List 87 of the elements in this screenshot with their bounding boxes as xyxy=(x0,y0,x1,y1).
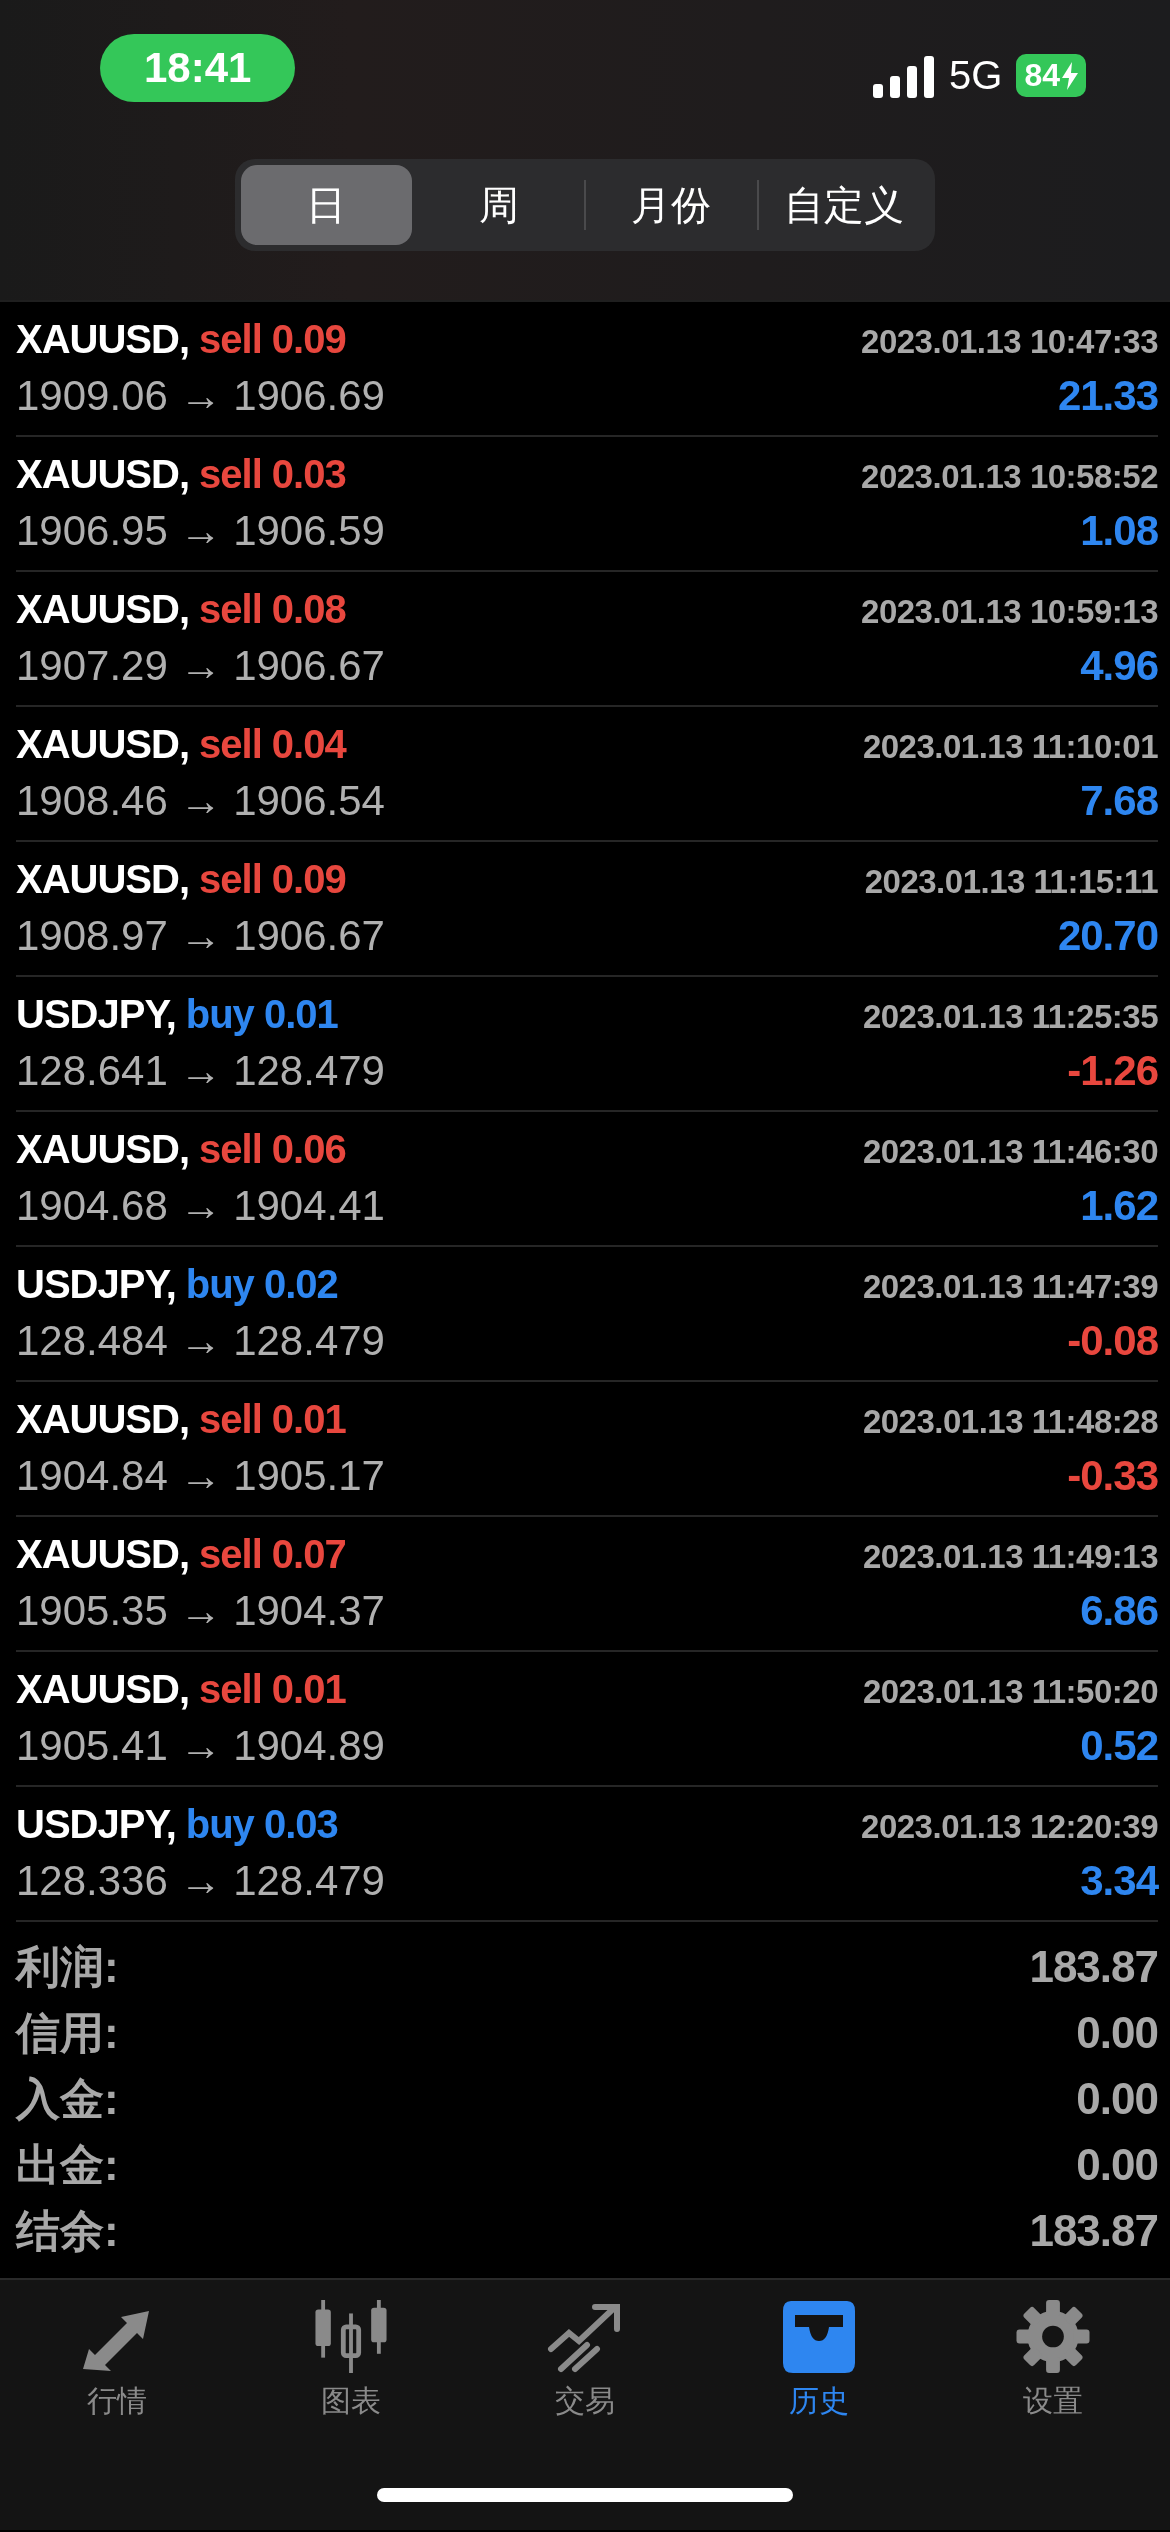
deal-time: 2023.01.13 11:50:20 xyxy=(862,1673,1158,1711)
order-volume: sell 0.08 xyxy=(199,587,346,631)
deal-time: 2023.01.13 10:59:13 xyxy=(861,593,1158,631)
symbol-label: USDJPY, xyxy=(16,1262,176,1306)
deal-time: 2023.01.13 11:15:11 xyxy=(864,863,1158,901)
symbol-label: XAUUSD, xyxy=(16,1127,190,1171)
deal-time: 2023.01.13 11:25:35 xyxy=(862,998,1158,1036)
order-volume: sell 0.07 xyxy=(199,1532,346,1576)
settings-icon xyxy=(1016,2300,1090,2373)
price-range: 1908.97 → 1906.67 xyxy=(16,912,385,960)
period-tab[interactable]: 周 xyxy=(413,165,584,245)
deal-time: 2023.01.13 11:49:13 xyxy=(862,1538,1158,1576)
profit-value: -1.26 xyxy=(1067,1047,1158,1095)
status-time: 18:41 xyxy=(100,33,296,102)
symbol-label: USDJPY, xyxy=(16,992,176,1036)
network-label: 5G xyxy=(949,53,1003,98)
order-volume: sell 0.09 xyxy=(199,857,346,901)
tab-bar-item[interactable]: 图表 xyxy=(234,2300,468,2422)
symbol-label: XAUUSD, xyxy=(16,1532,190,1576)
symbol-label: XAUUSD, xyxy=(16,857,190,901)
price-range: 1904.84 → 1905.17 xyxy=(16,1452,385,1500)
tab-bar-item[interactable]: 交易 xyxy=(468,2300,702,2422)
price-range: 1906.95 → 1906.59 xyxy=(16,507,385,555)
price-range: 128.641 → 128.479 xyxy=(16,1047,385,1095)
price-range: 1908.46 → 1906.54 xyxy=(16,777,385,825)
deal-time: 2023.01.13 12:20:39 xyxy=(861,1808,1158,1846)
deal-time: 2023.01.13 11:10:01 xyxy=(862,728,1158,766)
order-volume: sell 0.01 xyxy=(199,1397,346,1441)
symbol-label: XAUUSD, xyxy=(16,1667,190,1711)
order-volume: sell 0.06 xyxy=(199,1127,346,1171)
order-volume: sell 0.04 xyxy=(199,722,346,766)
summary-value: 0.00 xyxy=(1076,2008,1158,2058)
tray-icon xyxy=(781,2301,857,2373)
profit-value: 20.70 xyxy=(1057,912,1158,960)
price-range: 1905.35 → 1904.37 xyxy=(16,1587,385,1635)
price-range: 1905.41 → 1904.89 xyxy=(16,1722,385,1770)
summary-value: 183.87 xyxy=(1029,1942,1158,1992)
battery-icon: 84 xyxy=(1016,54,1086,97)
order-volume: buy 0.01 xyxy=(185,992,338,1036)
order-volume: sell 0.03 xyxy=(199,452,346,496)
summary-value: 0.00 xyxy=(1076,2074,1158,2124)
trend-arrow-icon xyxy=(547,2301,623,2373)
symbol-label: XAUUSD, xyxy=(16,317,190,361)
summary-value: 183.87 xyxy=(1029,2206,1158,2256)
summary-label: 入金: xyxy=(16,2072,119,2125)
price-range: 128.484 → 128.479 xyxy=(16,1317,385,1365)
deal-time: 2023.01.13 10:47:33 xyxy=(861,323,1158,361)
symbol-label: XAUUSD, xyxy=(16,1397,190,1441)
profit-value: -0.08 xyxy=(1067,1317,1158,1365)
summary-label: 利润: xyxy=(16,1940,119,1993)
profit-value: 4.96 xyxy=(1080,642,1158,690)
candlestick-icon xyxy=(312,2300,390,2373)
price-range: 1907.29 → 1906.67 xyxy=(16,642,385,690)
signal-icon xyxy=(873,53,936,98)
period-tab[interactable]: 自定义 xyxy=(758,165,929,245)
profit-value: 6.86 xyxy=(1080,1587,1158,1635)
symbol-label: XAUUSD, xyxy=(16,452,190,496)
profit-value: 3.34 xyxy=(1080,1857,1158,1905)
profit-value: 21.33 xyxy=(1057,372,1158,420)
summary-label: 出金: xyxy=(16,2138,119,2191)
tab-bar-item[interactable]: 行情 xyxy=(0,2300,234,2422)
profit-value: -0.33 xyxy=(1067,1452,1158,1500)
deal-time: 2023.01.13 11:46:30 xyxy=(862,1133,1158,1171)
period-tab[interactable]: 日 xyxy=(241,165,412,245)
period-tab[interactable]: 月份 xyxy=(586,165,757,245)
profit-value: 0.52 xyxy=(1080,1722,1158,1770)
price-range: 1904.68 → 1904.41 xyxy=(16,1182,385,1230)
order-volume: buy 0.02 xyxy=(185,1262,338,1306)
deal-time: 2023.01.13 11:47:39 xyxy=(862,1268,1158,1306)
order-volume: buy 0.03 xyxy=(185,1802,338,1846)
deal-time: 2023.01.13 11:48:28 xyxy=(862,1403,1158,1441)
price-range: 128.336 → 128.479 xyxy=(16,1857,385,1905)
price-range: 1909.06 → 1906.69 xyxy=(16,372,385,420)
profit-value: 1.62 xyxy=(1080,1182,1158,1230)
profit-value: 1.08 xyxy=(1080,507,1158,555)
summary-label: 结余: xyxy=(16,2204,119,2257)
symbol-label: XAUUSD, xyxy=(16,722,190,766)
summary-label: 信用: xyxy=(16,2006,119,2059)
tab-bar-item[interactable]: 历史 xyxy=(702,2300,936,2422)
profit-value: 7.68 xyxy=(1080,777,1158,825)
order-volume: sell 0.01 xyxy=(199,1667,346,1711)
order-volume: sell 0.09 xyxy=(199,317,346,361)
deal-time: 2023.01.13 10:58:52 xyxy=(861,458,1158,496)
tab-bar-item[interactable]: 设置 xyxy=(936,2300,1170,2422)
symbol-label: XAUUSD, xyxy=(16,587,190,631)
symbol-label: USDJPY, xyxy=(16,1802,176,1846)
summary-value: 0.00 xyxy=(1076,2140,1158,2190)
